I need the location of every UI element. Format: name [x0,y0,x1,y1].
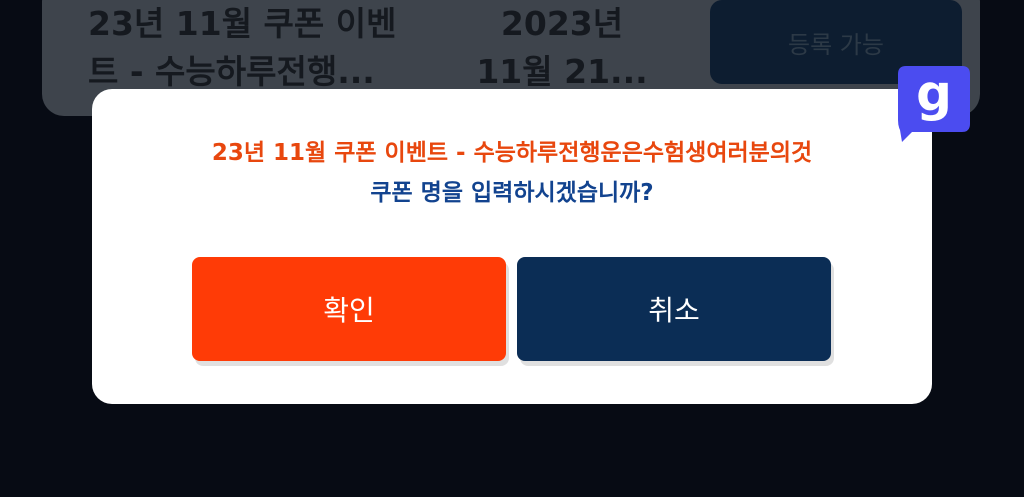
coupon-event-date: 2023년 11월 21... [476,4,648,91]
coupon-event-title: 23년 11월 쿠폰 이벤 트 - 수능하루전행... [88,4,397,91]
dialog-message-question: 쿠폰 명을 입력하시겠습니까? [370,180,654,206]
confirm-button[interactable]: 확인 [192,257,506,361]
dialog-message: 23년 11월 쿠폰 이벤트 - 수능하루전행운은수험생여러분의것 쿠폰 명을 … [92,133,932,213]
app-badge-icon[interactable]: g [892,60,976,144]
badge-glyph: g [916,64,952,122]
confirm-dialog: 23년 11월 쿠폰 이벤트 - 수능하루전행운은수험생여러분의것 쿠폰 명을 … [92,89,932,404]
cancel-button[interactable]: 취소 [517,257,831,361]
dialog-message-event-name: 23년 11월 쿠폰 이벤트 - 수능하루전행운은수험생여러분의것 [211,140,813,166]
